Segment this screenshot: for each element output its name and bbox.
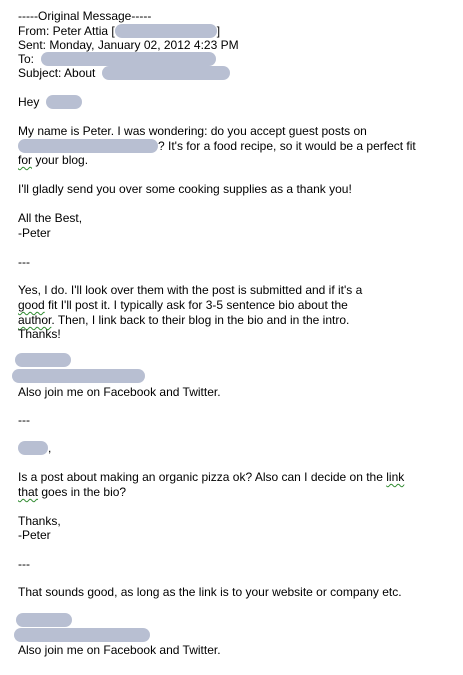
email-document: -----Original Message----- From: Peter A… [0,0,463,675]
reply1-line1: Yes, I do. I'll look over them with the … [18,283,363,297]
message2-line1-text: Is a post about making an organic pizza … [18,470,387,484]
reply2-social: Also join me on Facebook and Twitter. [18,643,221,657]
redacted-email [114,24,217,38]
greeting-text: Hey [18,95,40,109]
message1-line2-text: ? It's for a food recipe, so it would be… [158,139,416,153]
message2-signature: -Peter [18,528,51,542]
redacted-signature-link [14,628,150,642]
reply1-social: Also join me on Facebook and Twitter. [18,385,221,399]
message2-line2-text: goes in the bio? [38,485,127,499]
reply1-line2: good fit I'll post it. I typically ask f… [18,298,348,313]
subject-label: Subject: About [18,66,96,80]
redacted-signature-link [12,369,145,383]
reply2-line1: That sounds good, as long as the link is… [18,585,402,599]
from-bracket: ] [216,24,221,38]
redacted-signature-name [15,353,71,367]
message1-signature: -Peter [18,226,51,240]
reply1-line4: Thanks! [18,327,61,341]
message2-line1: Is a post about making an organic pizza … [18,470,404,485]
sent-line: Sent: Monday, January 02, 2012 4:23 PM [18,38,239,52]
original-message-separator: -----Original Message----- [18,9,152,23]
grammar-flagged-word: author [18,313,52,327]
reply1-line3: author. Then, I link back to their blog … [18,313,349,328]
message1-line3: for your blog. [18,153,88,168]
redacted-name [18,441,48,455]
message2-line2: that goes in the bio? [18,485,126,500]
redacted-subject [101,66,230,80]
grammar-flagged-word: for [18,153,33,167]
from-line: From: Peter Attia [] [18,24,220,39]
redacted-blog-name [18,139,158,153]
message2-greeting: , [18,441,51,456]
greeting-line: Hey [18,95,82,110]
grammar-flagged-word: that [18,485,39,499]
redacted-name [45,95,82,109]
reply1-line2-text: fit I'll post it. I typically ask for 3-… [44,298,348,312]
separator-3: --- [18,557,30,571]
message1-line3-text: your blog. [32,153,89,167]
message1-closing: All the Best, [18,211,83,225]
from-label: From: Peter Attia [ [18,24,115,38]
subject-line: Subject: About [18,66,230,81]
grammar-flagged-word: good [18,298,45,312]
grammar-flagged-word: link [386,470,405,484]
to-line: To: [18,52,217,67]
message2-closing: Thanks, [18,514,61,528]
reply1-line3-text: . Then, I link back to their blog in the… [51,313,350,327]
message1-line2: ? It's for a food recipe, so it would be… [18,139,416,154]
message1-line1: My name is Peter. I was wondering: do yo… [18,124,367,138]
separator-2: --- [18,413,30,427]
redacted-signature-name [16,613,72,627]
separator-1: --- [18,255,30,269]
message1-line4: I'll gladly send you over some cooking s… [18,182,352,196]
to-label: To: [18,52,35,66]
greeting-comma: , [48,441,52,455]
redacted-recipient [41,52,217,66]
